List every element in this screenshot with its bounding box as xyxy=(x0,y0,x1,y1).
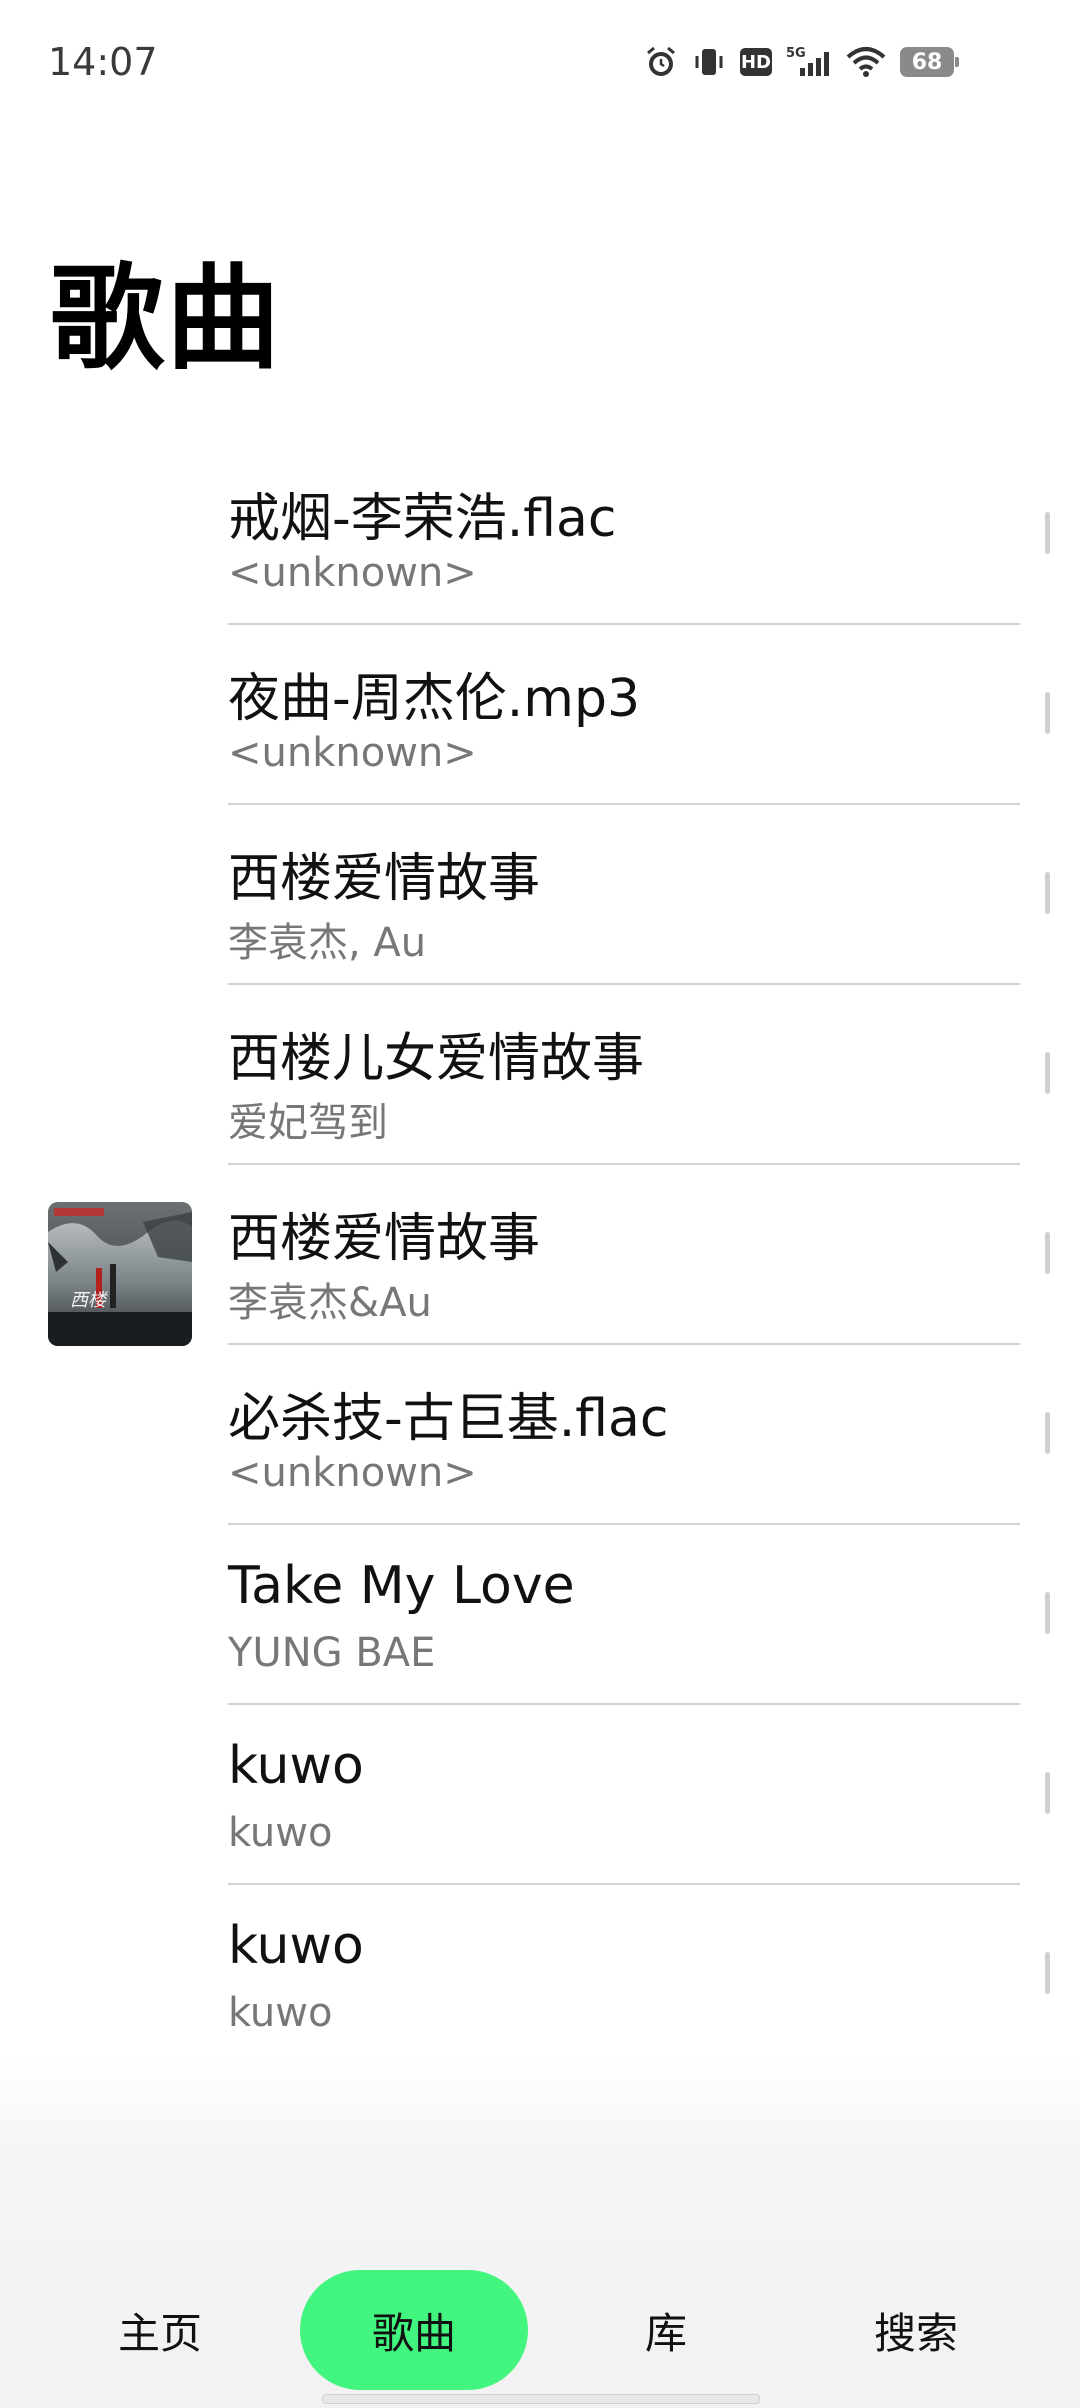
drag-handle-icon[interactable] xyxy=(1045,1772,1050,1814)
drag-handle-icon[interactable] xyxy=(1045,1232,1050,1274)
song-title: kuwo xyxy=(228,1736,364,1796)
song-artist: <unknown> xyxy=(228,1450,477,1496)
drag-handle-icon[interactable] xyxy=(1045,1592,1050,1634)
song-artist: <unknown> xyxy=(228,550,477,596)
song-artist: YUNG BAE xyxy=(228,1630,436,1676)
song-row[interactable]: 夜曲-周杰伦.mp3 <unknown> xyxy=(0,640,1080,820)
bottom-nav: 主页 歌曲 库 搜索 xyxy=(0,2270,1080,2390)
divider xyxy=(228,1163,1020,1165)
divider xyxy=(228,1523,1020,1525)
song-title: 戒烟-李荣浩.flac xyxy=(228,489,617,549)
status-time: 14:07 xyxy=(48,40,158,84)
drag-handle-icon[interactable] xyxy=(1045,512,1050,554)
divider xyxy=(228,1703,1020,1705)
divider xyxy=(228,1883,1020,1885)
page-title: 歌曲 xyxy=(50,252,283,385)
vibrate-icon xyxy=(692,45,726,79)
song-list: 戒烟-李荣浩.flac <unknown> 夜曲-周杰伦.mp3 <unknow… xyxy=(0,460,1080,2080)
divider xyxy=(228,1343,1020,1345)
song-row[interactable]: 西楼儿女爱情故事 爱妃驾到 xyxy=(0,1000,1080,1180)
song-artist: kuwo xyxy=(228,1810,333,1856)
song-title: kuwo xyxy=(228,1916,364,1976)
drag-handle-icon[interactable] xyxy=(1045,1052,1050,1094)
status-bar: 14:07 HD 5G 68 xyxy=(0,0,1080,124)
cellular-signal-icon: 5G xyxy=(786,44,832,80)
song-artist: 爱妃驾到 xyxy=(228,1100,388,1146)
song-artist: 李袁杰&Au xyxy=(228,1280,432,1326)
divider xyxy=(228,983,1020,985)
drag-handle-icon[interactable] xyxy=(1045,1952,1050,1994)
song-row[interactable]: 西楼 西楼爱情故事 李袁杰&Au xyxy=(0,1180,1080,1360)
song-row[interactable]: 戒烟-李荣浩.flac <unknown> xyxy=(0,460,1080,640)
battery-icon: 68 xyxy=(900,47,959,77)
song-title: 西楼爱情故事 xyxy=(228,1209,541,1269)
song-title: 必杀技-古巨基.flac xyxy=(228,1389,669,1449)
nav-search[interactable]: 搜索 xyxy=(816,2270,1016,2390)
alarm-icon xyxy=(644,45,678,79)
song-title: 西楼爱情故事 xyxy=(228,849,541,909)
svg-text:西楼: 西楼 xyxy=(70,1290,108,1311)
nav-songs[interactable]: 歌曲 xyxy=(300,2270,528,2390)
song-row[interactable]: kuwo kuwo xyxy=(0,1900,1080,2080)
divider xyxy=(228,623,1020,625)
song-artist: kuwo xyxy=(228,1990,333,2036)
song-row[interactable]: kuwo kuwo xyxy=(0,1720,1080,1900)
divider xyxy=(228,803,1020,805)
nav-home[interactable]: 主页 xyxy=(60,2270,260,2390)
song-row[interactable]: Take My Love YUNG BAE xyxy=(0,1540,1080,1720)
song-title: 夜曲-周杰伦.mp3 xyxy=(228,669,641,729)
nav-library[interactable]: 库 xyxy=(566,2270,766,2390)
status-icons: HD 5G 68 xyxy=(644,40,959,84)
home-indicator[interactable] xyxy=(322,2394,760,2404)
song-title: 西楼儿女爱情故事 xyxy=(228,1029,645,1089)
drag-handle-icon[interactable] xyxy=(1045,872,1050,914)
wifi-icon xyxy=(846,45,886,79)
song-artist: <unknown> xyxy=(228,730,477,776)
song-row[interactable]: 西楼爱情故事 李袁杰, Au xyxy=(0,820,1080,1000)
drag-handle-icon[interactable] xyxy=(1045,1412,1050,1454)
drag-handle-icon[interactable] xyxy=(1045,692,1050,734)
song-title: Take My Love xyxy=(228,1556,575,1616)
hd-icon: HD xyxy=(740,48,772,76)
album-cover: 西楼 xyxy=(48,1202,192,1346)
network-type-label: 5G xyxy=(786,46,806,61)
song-row[interactable]: 必杀技-古巨基.flac <unknown> xyxy=(0,1360,1080,1540)
song-artist: 李袁杰, Au xyxy=(228,920,427,966)
